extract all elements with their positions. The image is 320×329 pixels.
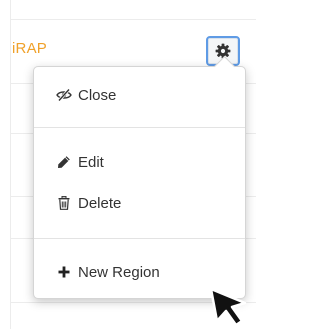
trash-icon xyxy=(56,195,72,211)
menu-item-label: New Region xyxy=(78,263,160,281)
menu-divider xyxy=(34,127,245,128)
region-list-panel: iRAP Close Edit Delete New Region xyxy=(0,0,256,329)
row-divider xyxy=(10,19,256,20)
menu-item-label: Edit xyxy=(78,153,104,171)
menu-item-close[interactable]: Close xyxy=(34,80,245,110)
menu-item-new-region[interactable]: New Region xyxy=(34,257,245,287)
menu-divider xyxy=(34,238,245,239)
region-name[interactable]: iRAP xyxy=(12,40,47,58)
mouse-pointer-icon xyxy=(208,286,248,329)
region-actions-menu: Close Edit Delete New Region xyxy=(33,55,246,299)
table-border xyxy=(10,0,11,329)
pencil-icon xyxy=(56,154,72,170)
menu-item-edit[interactable]: Edit xyxy=(34,147,245,177)
menu-item-label: Delete xyxy=(78,194,122,212)
plus-icon xyxy=(56,264,72,280)
eye-slash-icon xyxy=(56,87,72,103)
menu-item-label: Close xyxy=(78,86,117,104)
menu-item-delete[interactable]: Delete xyxy=(34,188,245,218)
